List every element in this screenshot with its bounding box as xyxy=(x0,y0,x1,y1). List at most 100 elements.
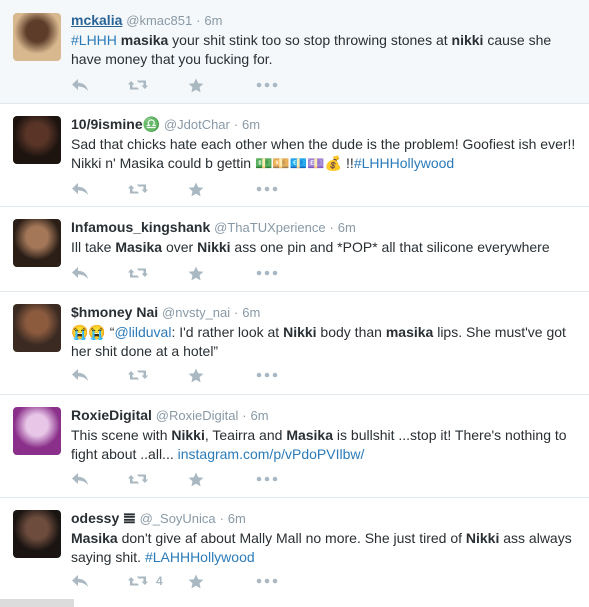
tweet[interactable]: 10/9ismine♎ @JdotChar · 6m Sad that chic… xyxy=(0,104,589,207)
reply-button[interactable] xyxy=(71,264,89,282)
timestamp[interactable]: 6m xyxy=(250,408,268,423)
highlighted-term: Nikki xyxy=(465,530,500,546)
emoji: 😭😭 xyxy=(71,324,106,340)
highlighted-term: masika xyxy=(385,324,434,340)
display-name[interactable]: $hmoney Nai xyxy=(71,304,158,320)
text-fragment: your shit stink too so stop throwing sto… xyxy=(168,32,452,48)
display-name[interactable]: Infamous_kingshank xyxy=(71,219,210,235)
highlighted-term: Masika xyxy=(286,427,334,443)
more-button[interactable] xyxy=(256,470,278,488)
horizontal-scrollbar[interactable] xyxy=(0,599,74,607)
avatar[interactable] xyxy=(13,13,61,61)
username[interactable]: @kmac851 xyxy=(126,13,192,28)
display-name[interactable]: RoxieDigital xyxy=(71,407,152,423)
tweet-actions xyxy=(71,470,331,490)
timestamp[interactable]: 6m xyxy=(242,305,260,320)
favorite-button[interactable] xyxy=(188,264,204,282)
reply-button[interactable] xyxy=(71,180,89,198)
reply-icon xyxy=(71,368,89,382)
reply-icon xyxy=(71,182,89,196)
display-name[interactable]: odessy 𝌆 xyxy=(71,510,136,526)
star-icon xyxy=(188,78,204,93)
timestamp[interactable]: 6m xyxy=(338,220,356,235)
tweet-text: Ill take Masika over Nikki ass one pin a… xyxy=(71,238,579,257)
more-button[interactable] xyxy=(256,76,278,94)
timestamp[interactable]: 6m xyxy=(204,13,222,28)
tweet-header: $hmoney Nai @nvsty_nai · 6m xyxy=(71,303,579,322)
username[interactable]: @_SoyUnica xyxy=(140,511,216,526)
display-name[interactable]: 10/9ismine♎ xyxy=(71,116,160,132)
more-icon xyxy=(256,372,278,378)
reply-button[interactable] xyxy=(71,76,89,94)
reply-button[interactable] xyxy=(71,572,89,590)
retweet-button[interactable] xyxy=(127,264,149,282)
tweet-text: 😭😭 “@lilduval: I'd rather look at Nikki … xyxy=(71,323,579,361)
reply-icon xyxy=(71,574,89,588)
timestamp[interactable]: 6m xyxy=(228,511,246,526)
username[interactable]: @ThaTUXperience xyxy=(214,220,325,235)
tweet[interactable]: Infamous_kingshank @ThaTUXperience · 6m … xyxy=(0,207,589,292)
highlighted-term: Nikki xyxy=(283,324,317,340)
text-fragment: , Teairra and xyxy=(204,427,287,443)
username[interactable]: @JdotChar xyxy=(164,117,230,132)
retweet-button[interactable] xyxy=(127,470,149,488)
retweet-button[interactable] xyxy=(127,180,149,198)
more-button[interactable] xyxy=(256,366,278,384)
favorite-button[interactable] xyxy=(188,366,204,384)
more-icon xyxy=(256,476,278,482)
tweet[interactable]: mckalia @kmac851 · 6m #LHHH masika your … xyxy=(0,0,589,104)
retweet-button[interactable] xyxy=(127,76,149,94)
tweet-header: odessy 𝌆 @_SoyUnica · 6m xyxy=(71,509,579,528)
tweet-text: Sad that chicks hate each other when the… xyxy=(71,135,579,173)
retweet-icon xyxy=(127,368,149,382)
more-button[interactable] xyxy=(256,264,278,282)
separator-dot: · xyxy=(329,220,334,235)
text-fragment: over xyxy=(162,239,198,255)
tweet[interactable]: RoxieDigital @RoxieDigital · 6m This sce… xyxy=(0,395,589,498)
reply-button[interactable] xyxy=(71,366,89,384)
avatar[interactable] xyxy=(13,116,61,164)
reply-icon xyxy=(71,472,89,486)
separator-dot: · xyxy=(234,305,239,320)
tweet-actions xyxy=(71,366,331,386)
avatar[interactable] xyxy=(13,304,61,352)
favorite-button[interactable] xyxy=(188,76,204,94)
tweet-link[interactable]: #LHHH xyxy=(71,32,117,48)
tweet-text: This scene with Nikki, Teairra and Masik… xyxy=(71,426,579,464)
tweet-link[interactable]: @lilduval xyxy=(114,324,171,340)
retweet-button[interactable] xyxy=(127,366,149,384)
more-button[interactable] xyxy=(256,180,278,198)
username[interactable]: @RoxieDigital xyxy=(156,408,239,423)
tweet[interactable]: odessy 𝌆 @_SoyUnica · 6m Masika don't gi… xyxy=(0,498,589,607)
highlighted-term: nikki xyxy=(451,32,484,48)
avatar[interactable] xyxy=(13,407,61,455)
separator-dot: · xyxy=(233,117,239,132)
tweet-text: Masika don't give af about Mally Mall no… xyxy=(71,529,579,567)
tweet-link[interactable]: #LAHHHollywood xyxy=(145,549,255,565)
star-icon xyxy=(188,472,204,487)
tweet-link[interactable]: instagram.com/p/vPdoPVIlbw/ xyxy=(178,446,365,462)
retweet-button[interactable]: 4 xyxy=(127,572,163,590)
retweet-count: 4 xyxy=(156,574,163,588)
separator-dot: · xyxy=(219,511,224,526)
highlighted-term: masika xyxy=(120,32,169,48)
favorite-button[interactable] xyxy=(188,572,204,590)
tweet[interactable]: $hmoney Nai @nvsty_nai · 6m 😭😭 “@lilduva… xyxy=(0,292,589,395)
display-name[interactable]: mckalia xyxy=(71,12,122,28)
tweet-link[interactable]: #LHHHollywood xyxy=(354,155,454,171)
more-button[interactable] xyxy=(256,572,278,590)
tweet-actions xyxy=(71,76,331,96)
favorite-button[interactable] xyxy=(188,180,204,198)
separator-dot: · xyxy=(196,13,201,28)
timestamp[interactable]: 6m xyxy=(242,117,260,132)
reply-button[interactable] xyxy=(71,470,89,488)
avatar[interactable] xyxy=(13,219,61,267)
avatar[interactable] xyxy=(13,510,61,558)
tweet-header: RoxieDigital @RoxieDigital · 6m xyxy=(71,406,579,425)
favorite-button[interactable] xyxy=(188,470,204,488)
reply-icon xyxy=(71,78,89,92)
username[interactable]: @nvsty_nai xyxy=(162,305,230,320)
retweet-icon xyxy=(127,472,149,486)
text-fragment: ass one pin and *POP* all that silicone … xyxy=(230,239,550,255)
retweet-icon xyxy=(127,182,149,196)
